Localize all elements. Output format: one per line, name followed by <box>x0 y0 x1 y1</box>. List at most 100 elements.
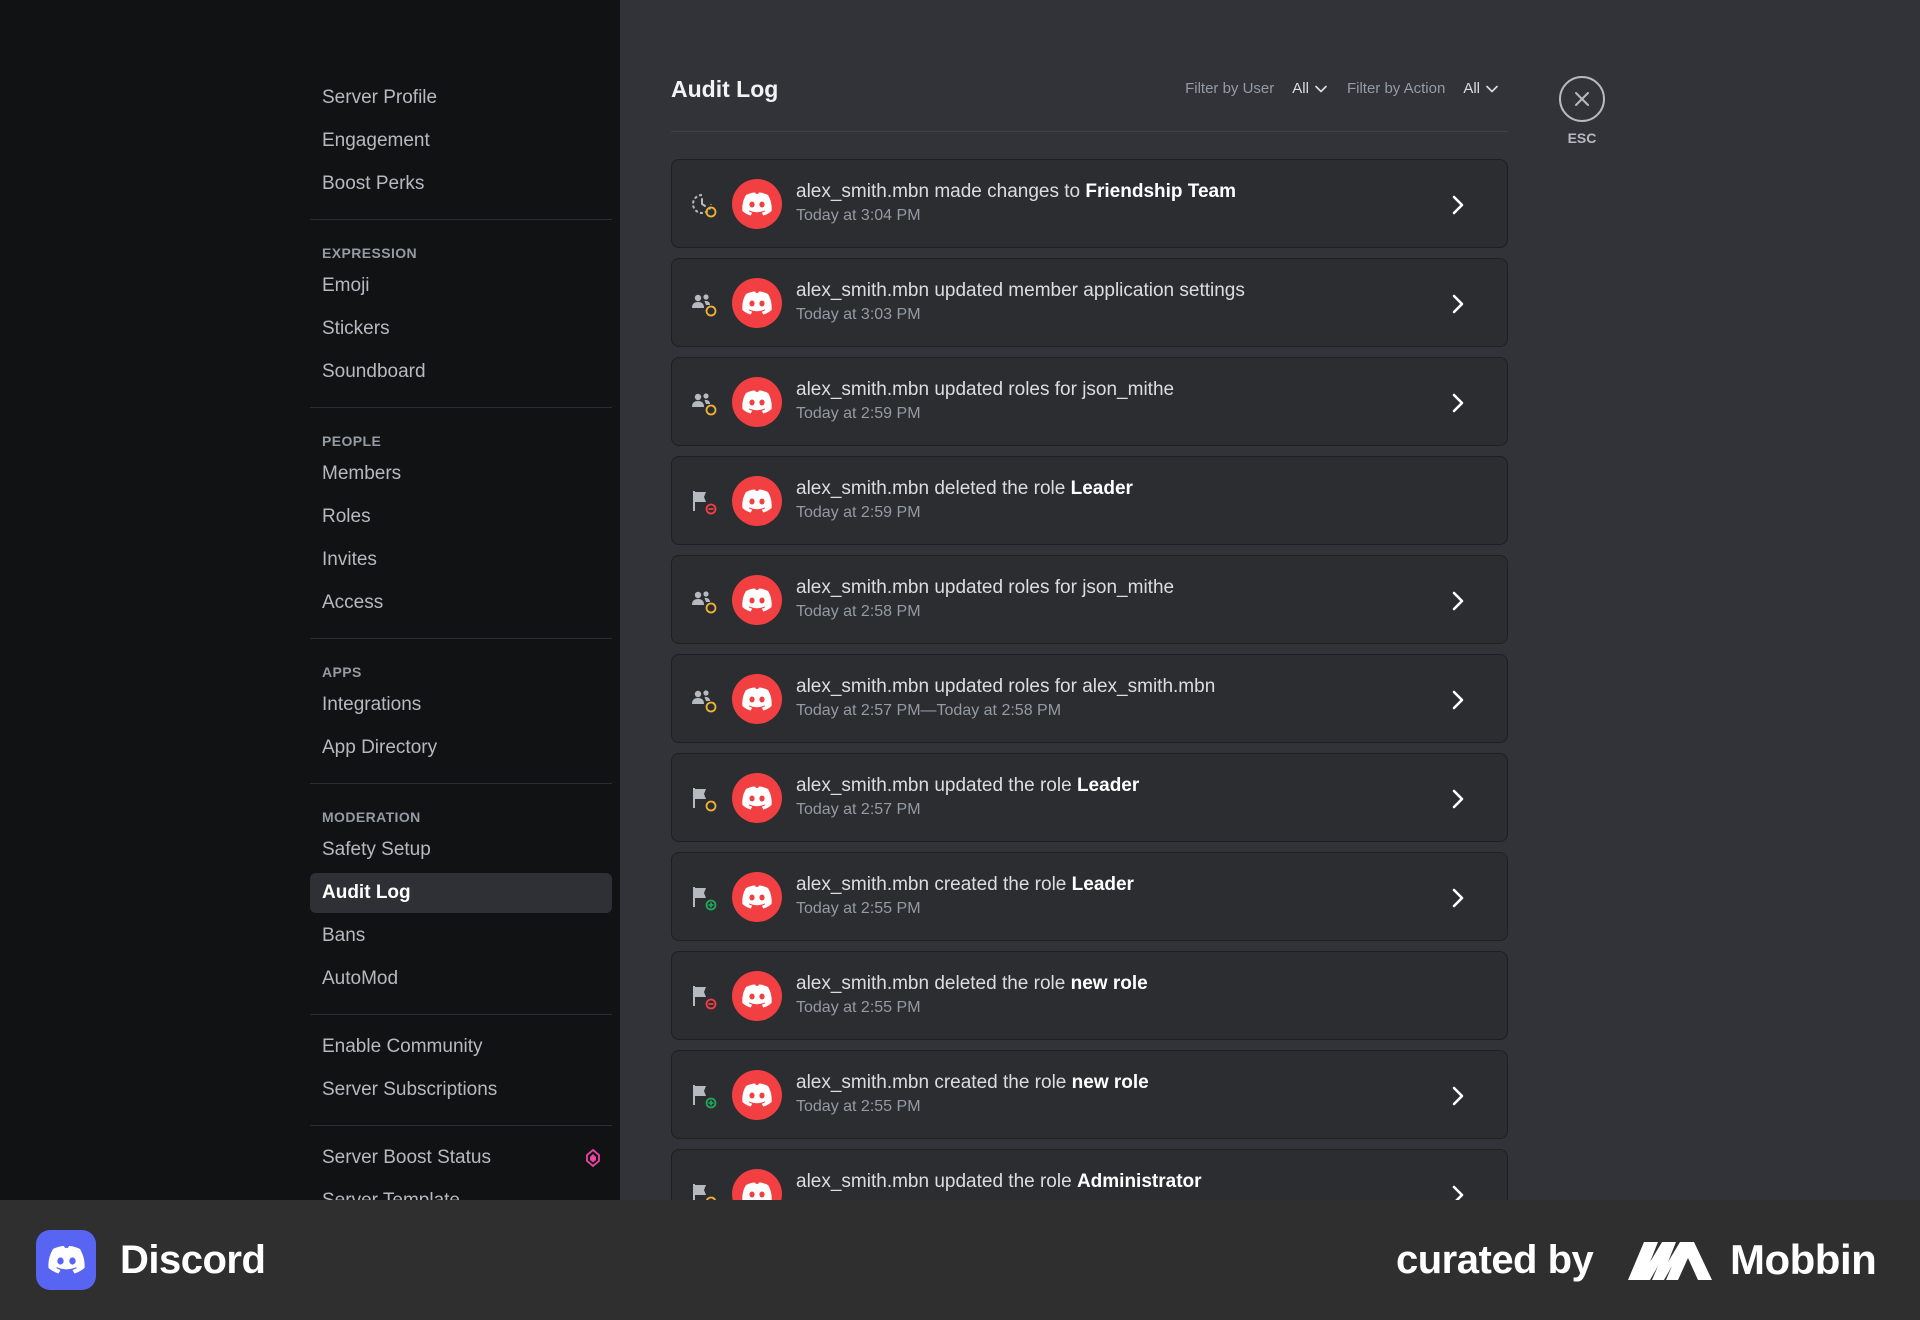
discord-avatar-icon <box>742 687 772 711</box>
audit-log-entry[interactable]: alex_smith.mbn updated member applicatio… <box>671 258 1508 347</box>
chevron-right-icon[interactable] <box>1451 789 1465 809</box>
audit-log-entry[interactable]: alex_smith.mbn updated the role Administ… <box>671 1149 1508 1200</box>
sidebar-item-stickers[interactable]: Stickers <box>310 309 612 349</box>
audit-log-entry[interactable]: alex_smith.mbn updated roles for json_mi… <box>671 357 1508 446</box>
nav-group: Server Boost Status Server Template <box>310 1138 612 1200</box>
entry-action-text: alex_smith.mbn deleted the role <box>796 478 1071 499</box>
sidebar-item-server-template[interactable]: Server Template <box>310 1181 612 1200</box>
sidebar-item-boost-perks[interactable]: Boost Perks <box>310 164 612 204</box>
entry-action-text: alex_smith.mbn made changes to <box>796 181 1086 202</box>
sidebar-item-enable-community[interactable]: Enable Community <box>310 1027 612 1067</box>
audit-log-entry[interactable]: alex_smith.mbn updated the role Leader To… <box>671 753 1508 842</box>
role-delete-icon <box>693 491 717 515</box>
entry-timestamp: Today at 2:59 PM <box>796 405 921 422</box>
close-button[interactable] <box>1559 76 1605 122</box>
filter-by-user-select[interactable]: All <box>1292 80 1327 97</box>
sidebar-item-label: Bans <box>322 925 366 946</box>
chevron-right-icon[interactable] <box>1451 1086 1465 1106</box>
audit-log-entry[interactable]: alex_smith.mbn created the role Leader To… <box>671 852 1508 941</box>
member-update-icon <box>692 591 717 614</box>
entry-timestamp: Today at 3:04 PM <box>796 207 921 224</box>
discord-avatar-icon <box>742 786 772 810</box>
entry-action-text: alex_smith.mbn updated member applicatio… <box>796 280 1245 301</box>
chevron-right-icon[interactable] <box>1451 591 1465 611</box>
chevron-right-icon[interactable] <box>1451 294 1465 314</box>
entry-target: new role <box>1070 973 1148 994</box>
sidebar-item-server-subscriptions[interactable]: Server Subscriptions <box>310 1070 612 1110</box>
sidebar-item-label: Boost Perks <box>322 173 425 194</box>
sidebar-item-label: Audit Log <box>322 882 411 903</box>
sidebar-item-bans[interactable]: Bans <box>310 916 612 956</box>
chevron-right-icon[interactable] <box>1451 393 1465 413</box>
sidebar-item-server-boost-status[interactable]: Server Boost Status <box>310 1138 612 1178</box>
sidebar-item-integrations[interactable]: Integrations <box>310 685 612 725</box>
filter-by-user-value: All <box>1292 80 1309 97</box>
sidebar-item-label: Stickers <box>322 318 390 339</box>
sidebar-item-soundboard[interactable]: Soundboard <box>310 352 612 392</box>
entry-target: Administrator <box>1076 1171 1202 1192</box>
entry-timestamp: Today at 2:58 PM <box>796 603 921 620</box>
discord-avatar-icon <box>742 489 772 513</box>
sidebar-item-members[interactable]: Members <box>310 454 612 494</box>
entry-description: alex_smith.mbn deleted the role Leader <box>796 478 1133 500</box>
chevron-right-icon[interactable] <box>1451 1185 1465 1200</box>
nav-group: Enable Community Server Subscriptions <box>310 1027 612 1126</box>
avatar <box>732 971 782 1021</box>
curated-by-label: curated by <box>1396 1238 1594 1282</box>
settings-sidebar: Server Profile Engagement Boost Perks EXPRE… <box>0 0 620 1200</box>
audit-log-entry[interactable]: alex_smith.mbn updated roles for json_mi… <box>671 555 1508 644</box>
sidebar-item-label: Server Profile <box>322 87 438 108</box>
chevron-right-icon[interactable] <box>1451 888 1465 908</box>
sidebar-item-label: Integrations <box>322 694 422 715</box>
sidebar-item-safety-setup[interactable]: Safety Setup <box>310 830 612 870</box>
entry-timestamp: Today at 2:55 PM <box>796 999 921 1016</box>
curator-name: Mobbin <box>1730 1236 1877 1283</box>
sidebar-item-invites[interactable]: Invites <box>310 540 612 580</box>
discord-avatar-icon <box>742 885 772 909</box>
entry-timestamp: Today at 2:57 PM—Today at 2:58 PM <box>796 702 1062 719</box>
discord-avatar-icon <box>742 390 772 414</box>
entry-target: Friendship Team <box>1085 181 1237 202</box>
sidebar-item-server-profile[interactable]: Server Profile <box>310 78 612 118</box>
esc-label: ESC <box>1567 130 1597 146</box>
entry-action-text: alex_smith.mbn created the role <box>796 874 1072 895</box>
role-update-icon <box>693 1184 717 1200</box>
audit-log-entry[interactable]: alex_smith.mbn updated roles for alex_sm… <box>671 654 1508 743</box>
audit-log-header: Audit Log Filter by User All Filter by A… <box>671 74 1508 132</box>
entry-description: alex_smith.mbn updated the role Administ… <box>796 1171 1202 1193</box>
filter-by-action-select[interactable]: All <box>1463 80 1498 97</box>
avatar <box>732 1070 782 1120</box>
app-name: Discord <box>120 1238 266 1282</box>
sidebar-item-label: Emoji <box>322 275 370 296</box>
entry-timestamp: Today at 2:57 PM <box>796 801 921 818</box>
sidebar-item-roles[interactable]: Roles <box>310 497 612 537</box>
nav-group: APPS Integrations App Directory <box>310 651 612 784</box>
entry-target: Leader <box>1071 874 1134 895</box>
server-update-icon <box>692 194 717 218</box>
sidebar-item-audit-log[interactable]: Audit Log <box>310 873 612 913</box>
sidebar-item-label: Enable Community <box>322 1036 483 1057</box>
entry-description: alex_smith.mbn created the role new role <box>796 1072 1149 1094</box>
entry-action-text: alex_smith.mbn updated roles for json_mi… <box>796 577 1175 598</box>
avatar <box>732 872 782 922</box>
member-update-icon <box>692 393 717 416</box>
sidebar-item-automod[interactable]: AutoMod <box>310 959 612 999</box>
sidebar-item-label: Roles <box>322 506 371 527</box>
discord-avatar-icon <box>742 1083 772 1107</box>
sidebar-item-access[interactable]: Access <box>310 583 612 623</box>
audit-log-entry[interactable]: alex_smith.mbn created the role new role… <box>671 1050 1508 1139</box>
chevron-right-icon[interactable] <box>1451 690 1465 710</box>
audit-log-entry[interactable]: alex_smith.mbn made changes to Friendshi… <box>671 159 1508 248</box>
filter-by-action-value: All <box>1463 80 1480 97</box>
discord-avatar-icon <box>742 192 772 216</box>
sidebar-item-app-directory[interactable]: App Directory <box>310 728 612 768</box>
chevron-right-icon[interactable] <box>1451 195 1465 215</box>
sidebar-item-label: Safety Setup <box>322 839 431 860</box>
sidebar-item-emoji[interactable]: Emoji <box>310 266 612 306</box>
sidebar-item-label: Server Boost Status <box>322 1147 491 1168</box>
sidebar-item-label: Engagement <box>322 130 430 151</box>
sidebar-item-engagement[interactable]: Engagement <box>310 121 612 161</box>
entry-description: alex_smith.mbn updated roles for alex_sm… <box>796 676 1215 698</box>
entry-timestamp: Today at 2:59 PM <box>796 504 921 521</box>
page-title: Audit Log <box>671 76 779 102</box>
